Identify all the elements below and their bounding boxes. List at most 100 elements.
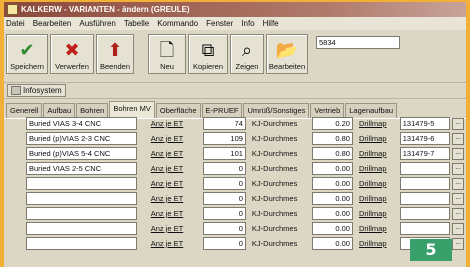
kj-value-field[interactable]: 0.00	[312, 177, 353, 190]
drillmap-label: Drillmap	[358, 164, 387, 173]
ellipsis-button[interactable]: ...	[452, 192, 464, 205]
anz-value-field[interactable]: 109	[203, 132, 246, 145]
infosystem-button[interactable]: Infosystem	[7, 84, 66, 97]
drillmap-field[interactable]: 131479-5	[399, 117, 451, 130]
drillmap-label: Drillmap	[358, 239, 387, 248]
table-row: Buried VIAS 3-4 CNC Anz je ET 74 KJ-Durchme…	[6, 116, 464, 131]
drillmap-field[interactable]	[399, 222, 451, 235]
window-title: KALKERW - VARIANTEN - ändern (GREULE)	[21, 5, 190, 14]
drillmap-field[interactable]	[399, 177, 451, 190]
kj-label: KJ-Durchmes	[251, 239, 298, 248]
magnifier-icon: ⌕	[241, 40, 253, 60]
table-row: Buried VIAS 2-5 CNC Anz je ET 0 KJ-Durchmes…	[6, 161, 464, 176]
menu-bearbeiten[interactable]: Bearbeiten	[33, 19, 72, 28]
drill-name-field[interactable]	[26, 177, 137, 190]
kj-label: KJ-Durchmes	[251, 164, 298, 173]
anz-value-field[interactable]: 0	[203, 237, 246, 250]
figure-number-badge: 5	[410, 239, 452, 261]
kj-value-field[interactable]: 0.00	[312, 207, 353, 220]
drillmap-field[interactable]	[399, 192, 451, 205]
anz-value-field[interactable]: 0	[203, 207, 246, 220]
menu-ausfuehren[interactable]: Ausführen	[79, 19, 115, 28]
drill-name-field[interactable]	[26, 222, 137, 235]
new-button[interactable]: 🗋 Neu	[148, 34, 186, 74]
kj-value-field[interactable]: 0.80	[312, 147, 353, 160]
table-row: Anz je ET 0 KJ-Durchmes 0.00 Drillmap...	[6, 221, 464, 236]
ellipsis-button[interactable]: ...	[452, 207, 464, 220]
info-system-icon	[11, 86, 21, 95]
cross-icon: ✖	[64, 40, 80, 60]
checkmark-icon: ✔	[19, 40, 35, 60]
copy-button[interactable]: ⧉ Kopieren	[188, 34, 228, 74]
edit-button[interactable]: 📂 Bearbeiten	[266, 34, 308, 74]
kj-value-field[interactable]: 0.00	[312, 192, 353, 205]
drillmap-label: Drillmap	[358, 224, 387, 233]
kj-label: KJ-Durchmes	[251, 209, 298, 218]
ellipsis-button[interactable]: ...	[452, 162, 464, 175]
menu-fenster[interactable]: Fenster	[206, 19, 233, 28]
anz-label: Anz je ET	[150, 239, 184, 248]
drillmap-label: Drillmap	[358, 194, 387, 203]
drillmap-label: Drillmap	[358, 134, 387, 143]
drillmap-field[interactable]	[399, 207, 451, 220]
anz-label: Anz je ET	[150, 179, 184, 188]
menu-tabelle[interactable]: Tabelle	[124, 19, 149, 28]
drill-name-field[interactable]	[26, 192, 137, 205]
anz-value-field[interactable]: 0	[203, 162, 246, 175]
kj-value-field[interactable]: 0.00	[312, 237, 353, 250]
drill-name-field[interactable]: Buried (p)VIAS 2-3 CNC	[26, 132, 137, 145]
table-row: Anz je ET 0 KJ-Durchmes 0.00 Drillmap...	[6, 236, 464, 251]
save-button[interactable]: ✔ Speichern	[6, 34, 48, 74]
drill-name-field[interactable]: Buried VIAS 2-5 CNC	[26, 162, 137, 175]
table-row: Buried (p)VIAS 5-4 CNC Anz je ET 101 KJ-Dur…	[6, 146, 464, 161]
ellipsis-button[interactable]: ...	[452, 222, 464, 235]
kj-value-field[interactable]: 0.80	[312, 132, 353, 145]
drillmap-label: Drillmap	[358, 209, 387, 218]
anz-label: Anz je ET	[150, 224, 184, 233]
drillmap-label: Drillmap	[358, 119, 387, 128]
drill-name-field[interactable]: Buried (p)VIAS 5-4 CNC	[26, 147, 137, 160]
anz-value-field[interactable]: 74	[203, 117, 246, 130]
menu-kommando[interactable]: Kommando	[157, 19, 198, 28]
ellipsis-button[interactable]: ...	[452, 237, 464, 250]
table-row: Anz je ET 0 KJ-Durchmes 0.00 Drillmap...	[6, 176, 464, 191]
anz-label: Anz je ET	[150, 164, 184, 173]
drillmap-field[interactable]: 131479-7	[399, 147, 451, 160]
record-number-field[interactable]: 5834	[316, 36, 400, 49]
ellipsis-button[interactable]: ...	[452, 132, 464, 145]
drillmap-label: Drillmap	[358, 149, 387, 158]
anz-value-field[interactable]: 0	[203, 222, 246, 235]
anz-label: Anz je ET	[150, 149, 184, 158]
menu-info[interactable]: Info	[241, 19, 254, 28]
exit-icon: ⬆	[107, 40, 123, 60]
discard-button[interactable]: ✖ Verwerfen	[50, 34, 94, 74]
new-document-icon: 🗋	[159, 40, 175, 60]
kj-label: KJ-Durchmes	[251, 149, 298, 158]
kj-value-field[interactable]: 0.00	[312, 222, 353, 235]
kj-label: KJ-Durchmes	[251, 134, 298, 143]
kj-value-field[interactable]: 0.00	[312, 162, 353, 175]
drillmap-field[interactable]	[399, 162, 451, 175]
drill-name-field[interactable]	[26, 237, 137, 250]
exit-button[interactable]: ⬆ Beenden	[96, 34, 134, 74]
table-row: Anz je ET 0 KJ-Durchmes 0.00 Drillmap...	[6, 191, 464, 206]
show-button[interactable]: ⌕ Zeigen	[230, 34, 264, 74]
app-window: KALKERW - VARIANTEN - ändern (GREULE) Da…	[4, 2, 466, 267]
ellipsis-button[interactable]: ...	[452, 177, 464, 190]
drill-name-field[interactable]: Buried VIAS 3-4 CNC	[26, 117, 137, 130]
folder-icon: 📂	[275, 40, 299, 60]
anz-label: Anz je ET	[150, 194, 184, 203]
menu-datei[interactable]: Datei	[6, 19, 25, 28]
drill-name-field[interactable]	[26, 207, 137, 220]
kj-value-field[interactable]: 0.20	[312, 117, 353, 130]
drillmap-field[interactable]: 131479-6	[399, 132, 451, 145]
ellipsis-button[interactable]: ...	[452, 147, 464, 160]
kj-label: KJ-Durchmes	[251, 119, 298, 128]
anz-label: Anz je ET	[150, 134, 184, 143]
drillmap-label: Drillmap	[358, 179, 387, 188]
anz-value-field[interactable]: 0	[203, 177, 246, 190]
anz-value-field[interactable]: 0	[203, 192, 246, 205]
menu-hilfe[interactable]: Hilfe	[263, 19, 279, 28]
ellipsis-button[interactable]: ...	[452, 117, 464, 130]
anz-value-field[interactable]: 101	[203, 147, 246, 160]
